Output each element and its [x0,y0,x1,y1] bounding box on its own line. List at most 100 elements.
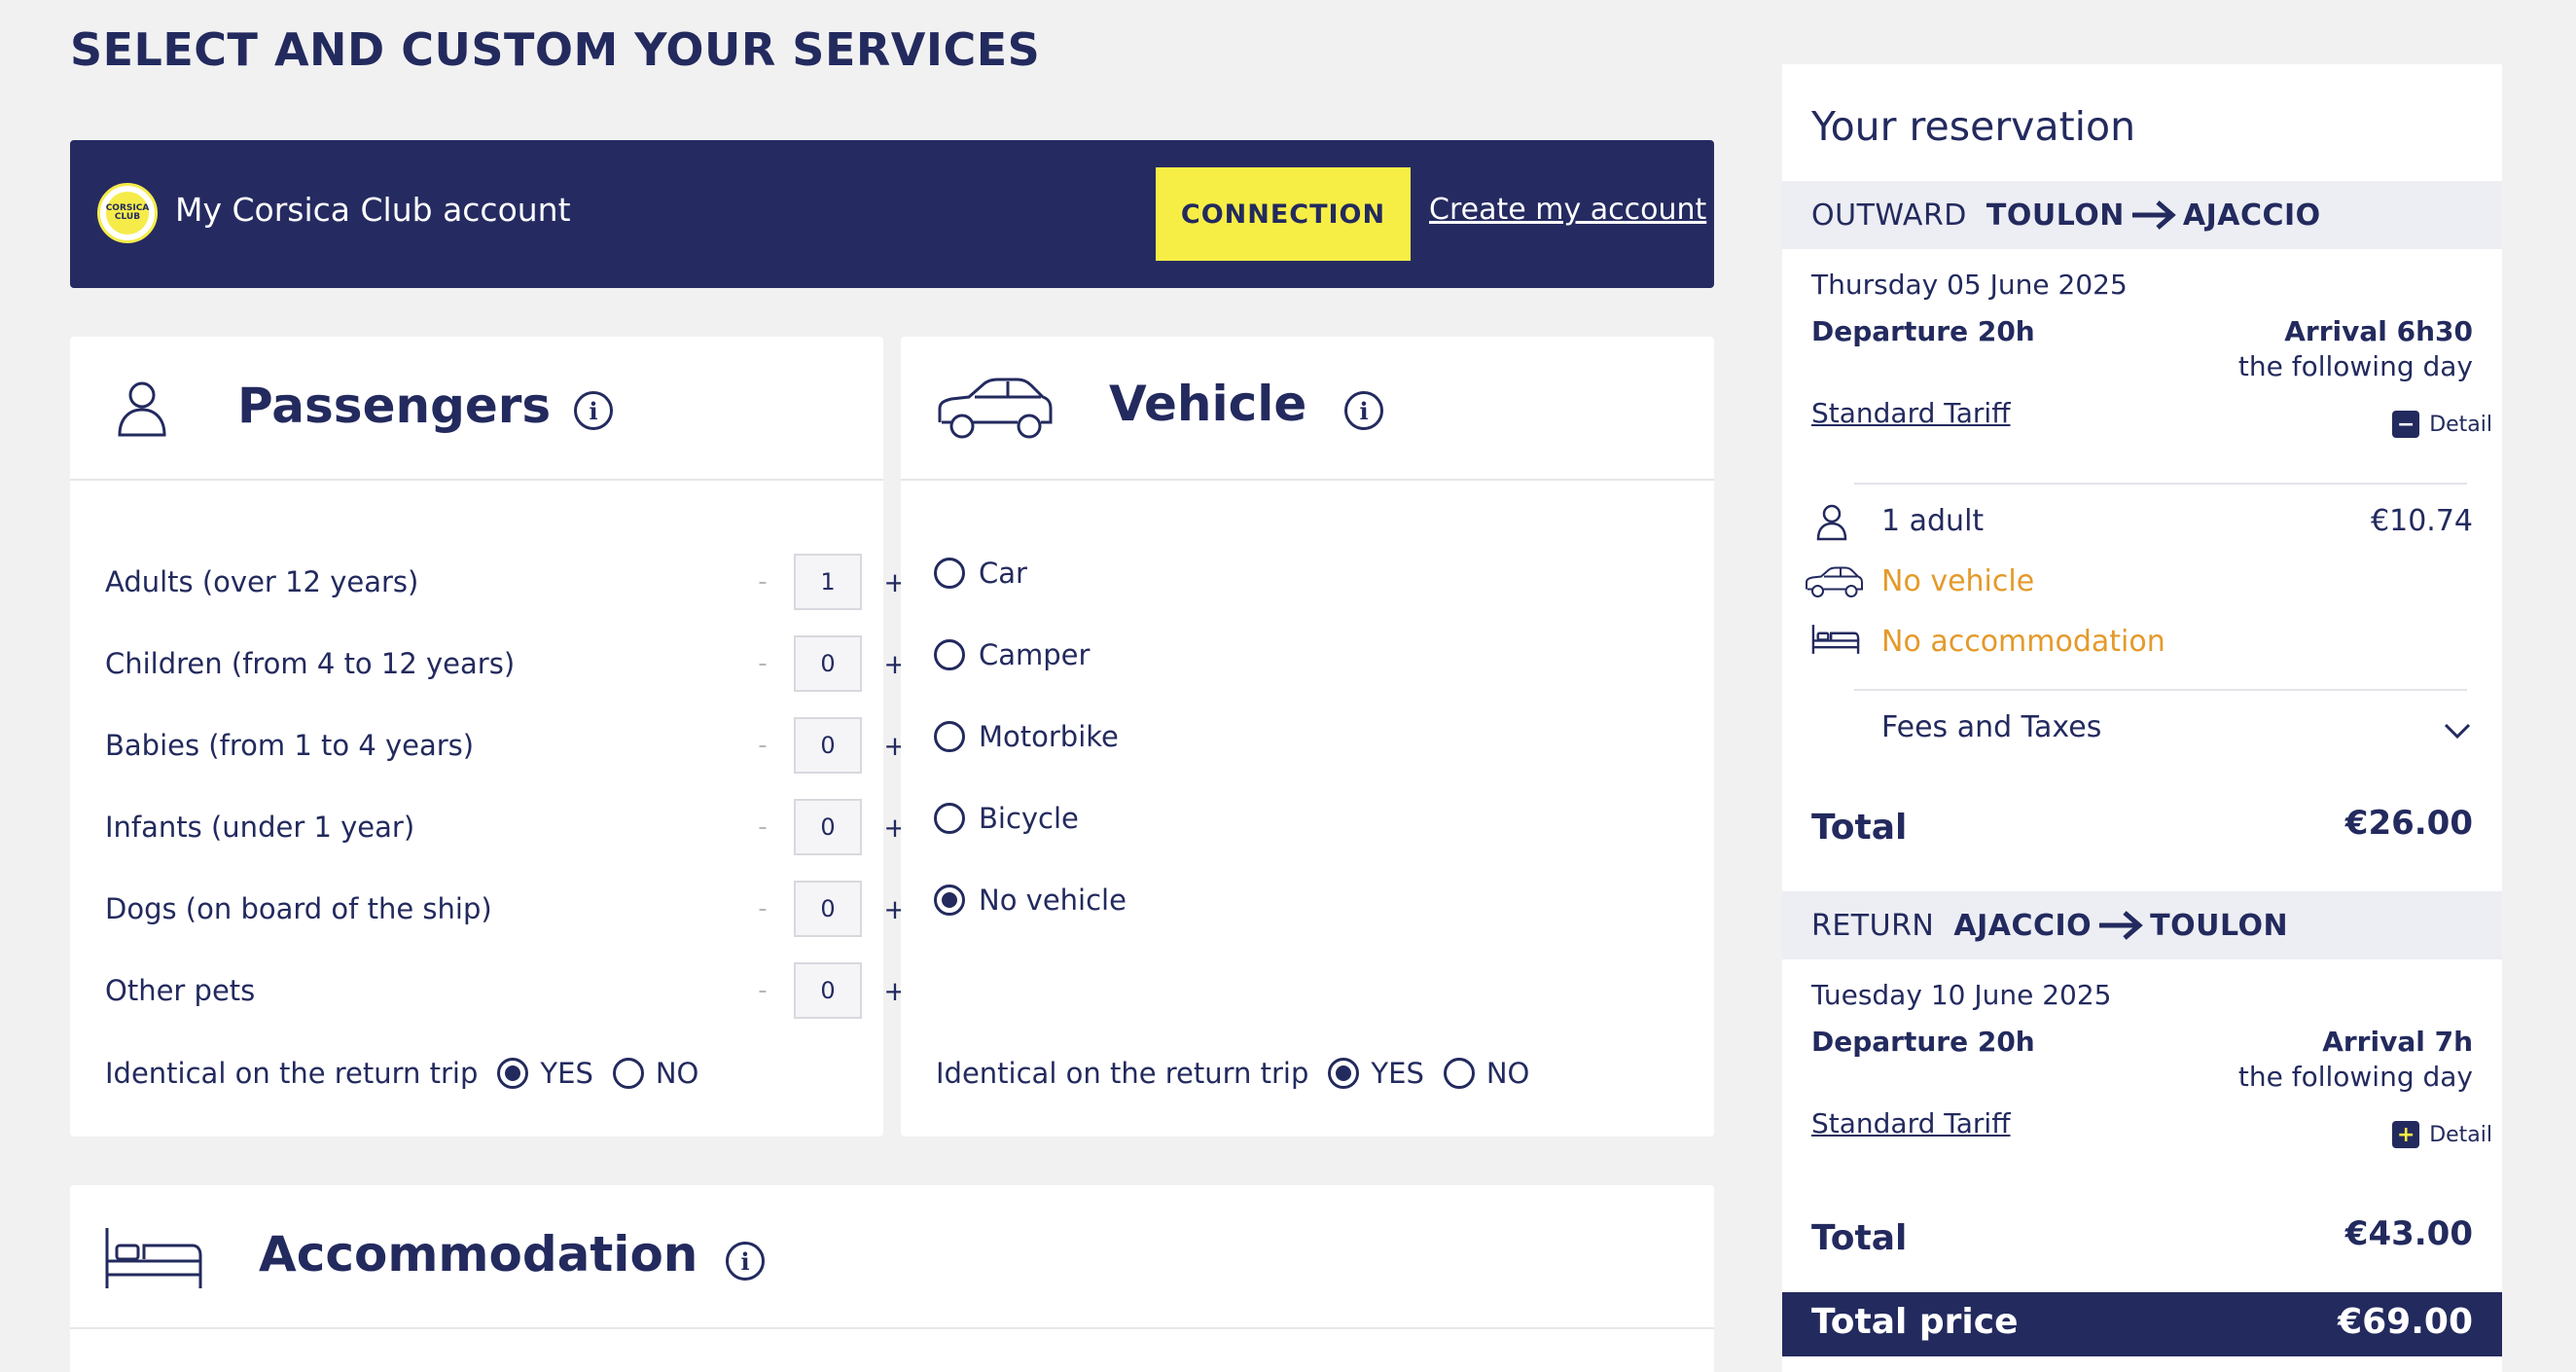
decrement-button[interactable]: - [751,649,774,678]
passengers-info-icon[interactable]: i [574,391,613,430]
quantity-input[interactable]: 0 [794,635,862,692]
minus-icon[interactable]: − [2392,411,2420,438]
outward-leg-header: OUTWARD TOULON AJACCIO [1782,181,2502,249]
page-title: SELECT AND CUSTOM YOUR SERVICES [70,23,1041,76]
vehicle-identical-return: Identical on the return trip YES NO [936,1057,1529,1090]
decrement-button[interactable]: - [751,567,774,596]
return-total-label: Total [1811,1218,1908,1258]
accommodation-panel: Accommodation i [70,1185,1714,1372]
vehicle-option-camper[interactable]: Camper [934,638,1090,671]
passenger-row-other-pets: Other pets - 0 + [105,961,907,1020]
identical-no-radio[interactable] [612,1058,644,1089]
vehicle-panel: Vehicle i Car Camper Motorbike Bicycle N… [901,337,1714,1137]
identical-no-radio[interactable] [1443,1058,1475,1089]
vehicle-option-motorbike[interactable]: Motorbike [934,720,1119,753]
return-departure: Departure 20h [1811,1026,2035,1058]
return-detail-toggle[interactable]: + Detail [2392,1121,2492,1148]
outward-vehicle: No vehicle [1881,564,2035,598]
decrement-button[interactable]: - [751,731,774,760]
identical-yes-radio[interactable] [1328,1058,1360,1089]
return-to: TOULON [2150,908,2289,943]
return-total-value: €43.00 [2344,1214,2473,1253]
outward-detail-toggle[interactable]: − Detail [2392,411,2492,438]
passenger-row-babies: Babies (from 1 to 4 years) - 0 + [105,716,907,775]
row-label: Adults (over 12 years) [105,565,419,598]
club-account-label: My Corsica Club account [175,191,571,229]
quantity-input[interactable]: 0 [794,799,862,855]
return-following-day: the following day [2237,1061,2473,1093]
outward-adults-price: €10.74 [2371,504,2473,538]
return-label: RETURN [1811,908,1935,943]
option-label: Camper [979,638,1091,671]
option-label: Bicycle [979,802,1079,835]
identical-label: Identical on the return trip [936,1057,1309,1090]
car-radio[interactable] [934,558,965,589]
car-icon [1806,566,1863,597]
outward-accommodation: No accommodation [1881,625,2165,659]
vehicle-option-none[interactable]: No vehicle [934,884,1127,917]
fees-and-taxes-toggle[interactable]: Fees and Taxes [1881,710,2101,744]
row-label: Dogs (on board of the ship) [105,892,492,925]
motorbike-radio[interactable] [934,721,965,752]
outward-total-value: €26.00 [2344,804,2473,843]
outward-tariff-link[interactable]: Standard Tariff [1811,397,2011,429]
outward-departure: Departure 20h [1811,315,2035,347]
return-tariff-link[interactable]: Standard Tariff [1811,1107,2011,1139]
bed-icon [105,1228,202,1288]
yes-label[interactable]: YES [1371,1057,1423,1090]
passenger-row-infants: Infants (under 1 year) - 0 + [105,798,907,856]
no-vehicle-radio[interactable] [934,885,965,916]
passengers-header: Passengers i [70,337,883,481]
accommodation-header: Accommodation i [70,1185,1714,1329]
passengers-panel: Passengers i Adults (over 12 years) - 1 … [70,337,907,1137]
quantity-input[interactable]: 1 [794,554,862,610]
decrement-button[interactable]: - [751,894,774,923]
club-account-bar: CORSICA CLUB My Corsica Club account CON… [70,140,1714,288]
outward-from: TOULON [1986,198,2125,233]
vehicle-option-car[interactable]: Car [934,557,1027,590]
yes-label[interactable]: YES [540,1057,592,1090]
create-account-link[interactable]: Create my account [1429,193,1706,227]
arrow-right-icon [2099,911,2143,940]
option-label: No vehicle [979,884,1127,917]
identical-yes-radio[interactable] [497,1058,529,1089]
arrow-right-icon [2131,200,2176,230]
decrement-button[interactable]: - [751,976,774,1005]
decrement-button[interactable]: - [751,812,774,842]
total-price-value: €69.00 [2338,1302,2473,1342]
quantity-input[interactable]: 0 [794,962,862,1019]
vehicle-info-icon[interactable]: i [1344,391,1383,430]
no-label[interactable]: NO [1486,1057,1530,1090]
chevron-down-icon[interactable] [2444,722,2471,740]
car-icon [938,378,1053,439]
row-label: Babies (from 1 to 4 years) [105,729,475,762]
quantity-input[interactable]: 0 [794,717,862,774]
return-leg-header: RETURN AJACCIO TOULON [1782,891,2502,959]
outward-date: Thursday 05 June 2025 [1811,269,2128,301]
vehicle-title: Vehicle [1109,376,1307,432]
corsica-club-logo: CORSICA CLUB [97,183,158,243]
vehicle-header: Vehicle i [901,337,1714,481]
passengers-identical-return: Identical on the return trip YES NO [105,1057,698,1090]
no-label[interactable]: NO [656,1057,699,1090]
bed-icon [1811,625,1860,654]
detail-label[interactable]: Detail [2429,1123,2492,1147]
row-label: Infants (under 1 year) [105,811,415,844]
vehicle-option-bicycle[interactable]: Bicycle [934,802,1079,835]
camper-radio[interactable] [934,639,965,670]
plus-icon[interactable]: + [2392,1121,2420,1148]
passenger-row-children: Children (from 4 to 12 years) - 0 + [105,634,907,693]
bicycle-radio[interactable] [934,803,965,834]
row-label: Other pets [105,974,256,1007]
passenger-row-dogs: Dogs (on board of the ship) - 0 + [105,880,907,938]
divider [1854,689,2467,691]
accommodation-info-icon[interactable]: i [726,1242,765,1281]
outward-total-label: Total [1811,808,1908,848]
detail-label[interactable]: Detail [2429,413,2492,437]
connection-button[interactable]: CONNECTION [1156,167,1411,261]
quantity-input[interactable]: 0 [794,881,862,937]
row-label: Children (from 4 to 12 years) [105,647,516,680]
option-label: Motorbike [979,720,1119,753]
return-arrival: Arrival 7h [2322,1026,2473,1058]
outward-arrival: Arrival 6h30 [2284,315,2473,347]
